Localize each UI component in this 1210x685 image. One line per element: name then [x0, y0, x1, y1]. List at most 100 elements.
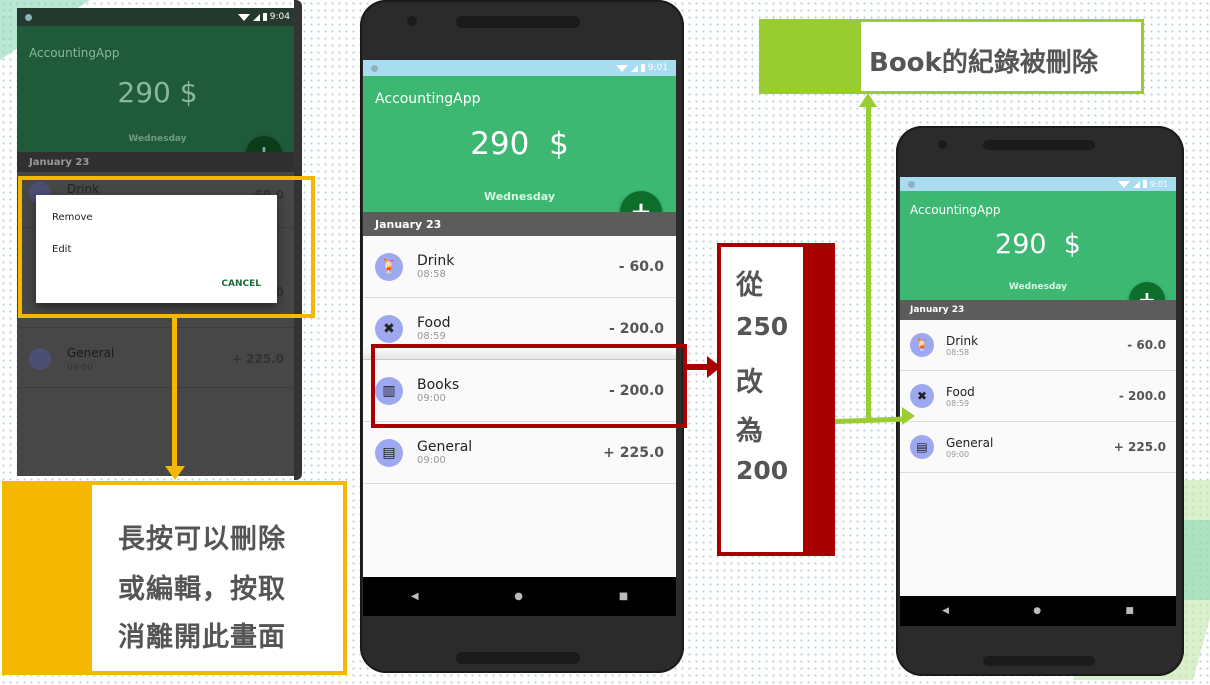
list-item[interactable]: 🍹 Drink 08:58 - 60.0 [900, 320, 1176, 371]
item-amount: - 200.0 [1118, 389, 1166, 403]
general-icon: ▤ [910, 435, 934, 459]
item-name: Food [417, 315, 451, 331]
list-item[interactable]: ✖ Food 08:59 - 200.0 [900, 371, 1176, 422]
item-amount: - 60.0 [618, 258, 664, 275]
nav-bar: ◀ ● ■ [363, 577, 676, 616]
item-name: General [67, 346, 115, 360]
home-icon[interactable]: ● [1033, 606, 1041, 616]
general-icon [29, 348, 51, 370]
item-time: 09:00 [417, 455, 446, 466]
status-time: 9:01 [1150, 179, 1168, 189]
currency: $ [549, 126, 569, 162]
recent-apps-icon[interactable]: ■ [619, 591, 628, 602]
speaker-bottom [456, 652, 580, 664]
item-amount: + 225.0 [603, 444, 664, 461]
highlight-box-yellow [18, 176, 315, 318]
camera [407, 16, 417, 26]
app-title: AccountingApp [29, 46, 120, 60]
status-bar: 9:01 [363, 60, 676, 76]
callout-right: Book的紀錄被刪除 [759, 19, 1144, 94]
right-screen: 9:01 AccountingApp 290 $ Wednesday + Jan… [900, 177, 1176, 626]
item-amount: + 225.0 [1113, 440, 1166, 454]
callout-middle-line2: 250 [736, 312, 789, 341]
item-amount: + 225.0 [231, 352, 284, 366]
arrow-yellow-head [165, 466, 185, 480]
callout-middle-line1: 從 [736, 270, 763, 301]
middle-screen: 9:01 AccountingApp 290 $ Wednesday + Jan… [363, 60, 676, 616]
notification-dot-icon [25, 13, 32, 21]
food-icon: ✖ [910, 384, 934, 408]
date-header: January 23 [363, 212, 676, 236]
status-bar: 9:04 [17, 8, 298, 26]
item-time: 08:58 [417, 269, 446, 280]
currency: $ [179, 76, 198, 109]
arrow-yellow [172, 318, 177, 470]
item-name: Drink [417, 253, 455, 269]
app-title: AccountingApp [910, 203, 1001, 217]
app-title: AccountingApp [375, 91, 481, 107]
item-time: 08:59 [946, 398, 970, 408]
general-icon: ▤ [375, 438, 403, 467]
callout-middle-line5: 200 [736, 456, 789, 485]
signal-icon [630, 64, 638, 72]
item-time: 08:59 [417, 331, 446, 342]
arrow-lime-vertical [866, 105, 871, 420]
notification-dot-icon [908, 180, 915, 188]
item-name: General [417, 439, 473, 455]
speaker-bottom [983, 656, 1095, 666]
callout-right-text: Book的紀錄被刪除 [869, 48, 1098, 78]
speaker [456, 16, 580, 28]
callout-left-line3: 消離開此畫面 [118, 622, 286, 653]
back-icon[interactable]: ◀ [411, 591, 419, 602]
list-item[interactable]: ▤ General 09:00 + 225.0 [900, 422, 1176, 473]
callout-middle-line4: 為 [736, 416, 763, 447]
item-name: General [946, 435, 994, 450]
nav-bar: ◀ ● ■ [900, 596, 1176, 626]
drink-icon: 🍹 [375, 252, 403, 281]
item-time: 08:58 [946, 347, 970, 357]
balance: 290 $ [900, 229, 1176, 260]
battery-icon [1143, 180, 1148, 188]
callout-left: 長按可以刪除 或編輯，按取 消離開此畫面 [2, 481, 347, 675]
callout-middle: 從 250 改 為 200 [717, 243, 835, 556]
status-time: 9:04 [269, 12, 290, 22]
item-name: Food [946, 384, 975, 399]
callout-middle-line3: 改 [736, 367, 763, 398]
callout-left-line2: 或編輯，按取 [118, 574, 286, 605]
battery-icon [640, 64, 645, 72]
food-icon: ✖ [375, 314, 403, 343]
date-header: January 23 [900, 300, 1176, 320]
balance-value: 290 [470, 126, 530, 162]
app-bar: AccountingApp 290 $ Wednesday + [17, 26, 298, 172]
status-bar: 9:01 [900, 177, 1176, 191]
item-time: 09:00 [946, 449, 970, 459]
home-icon[interactable]: ● [514, 591, 523, 602]
back-icon[interactable]: ◀ [942, 606, 949, 616]
recent-apps-icon[interactable]: ■ [1125, 606, 1134, 616]
balance-value: 290 [117, 76, 171, 109]
date-header: January 23 [17, 152, 298, 172]
balance: 290 $ [363, 126, 676, 162]
wifi-icon [1118, 180, 1131, 188]
arrow-lime-head-up [859, 93, 877, 107]
item-name: Drink [946, 333, 979, 348]
list-item[interactable]: General 09:00 + 225.0 [17, 332, 298, 388]
item-amount: - 60.0 [1127, 338, 1166, 352]
camera [938, 140, 947, 149]
drink-icon: 🍹 [910, 333, 934, 357]
currency: $ [1063, 229, 1081, 260]
speaker [983, 140, 1095, 150]
notification-dot-icon [371, 64, 378, 72]
list-item[interactable]: ▤ General 09:00 + 225.0 [363, 422, 676, 484]
arrow-lime-head-right [902, 407, 915, 425]
entry-list: 🍹 Drink 08:58 - 60.0 ✖ Food 08:59 - 200.0 ▤ Gener… [900, 320, 1176, 473]
signal-icon [252, 13, 260, 21]
status-time: 9:01 [647, 63, 668, 73]
signal-icon [1133, 180, 1141, 188]
balance-value: 290 [995, 229, 1047, 260]
list-item[interactable]: 🍹 Drink 08:58 - 60.0 [363, 236, 676, 298]
wifi-icon [615, 64, 628, 72]
item-amount: - 200.0 [609, 320, 664, 337]
callout-left-line1: 長按可以刪除 [118, 524, 286, 555]
arrow-red [687, 364, 709, 370]
